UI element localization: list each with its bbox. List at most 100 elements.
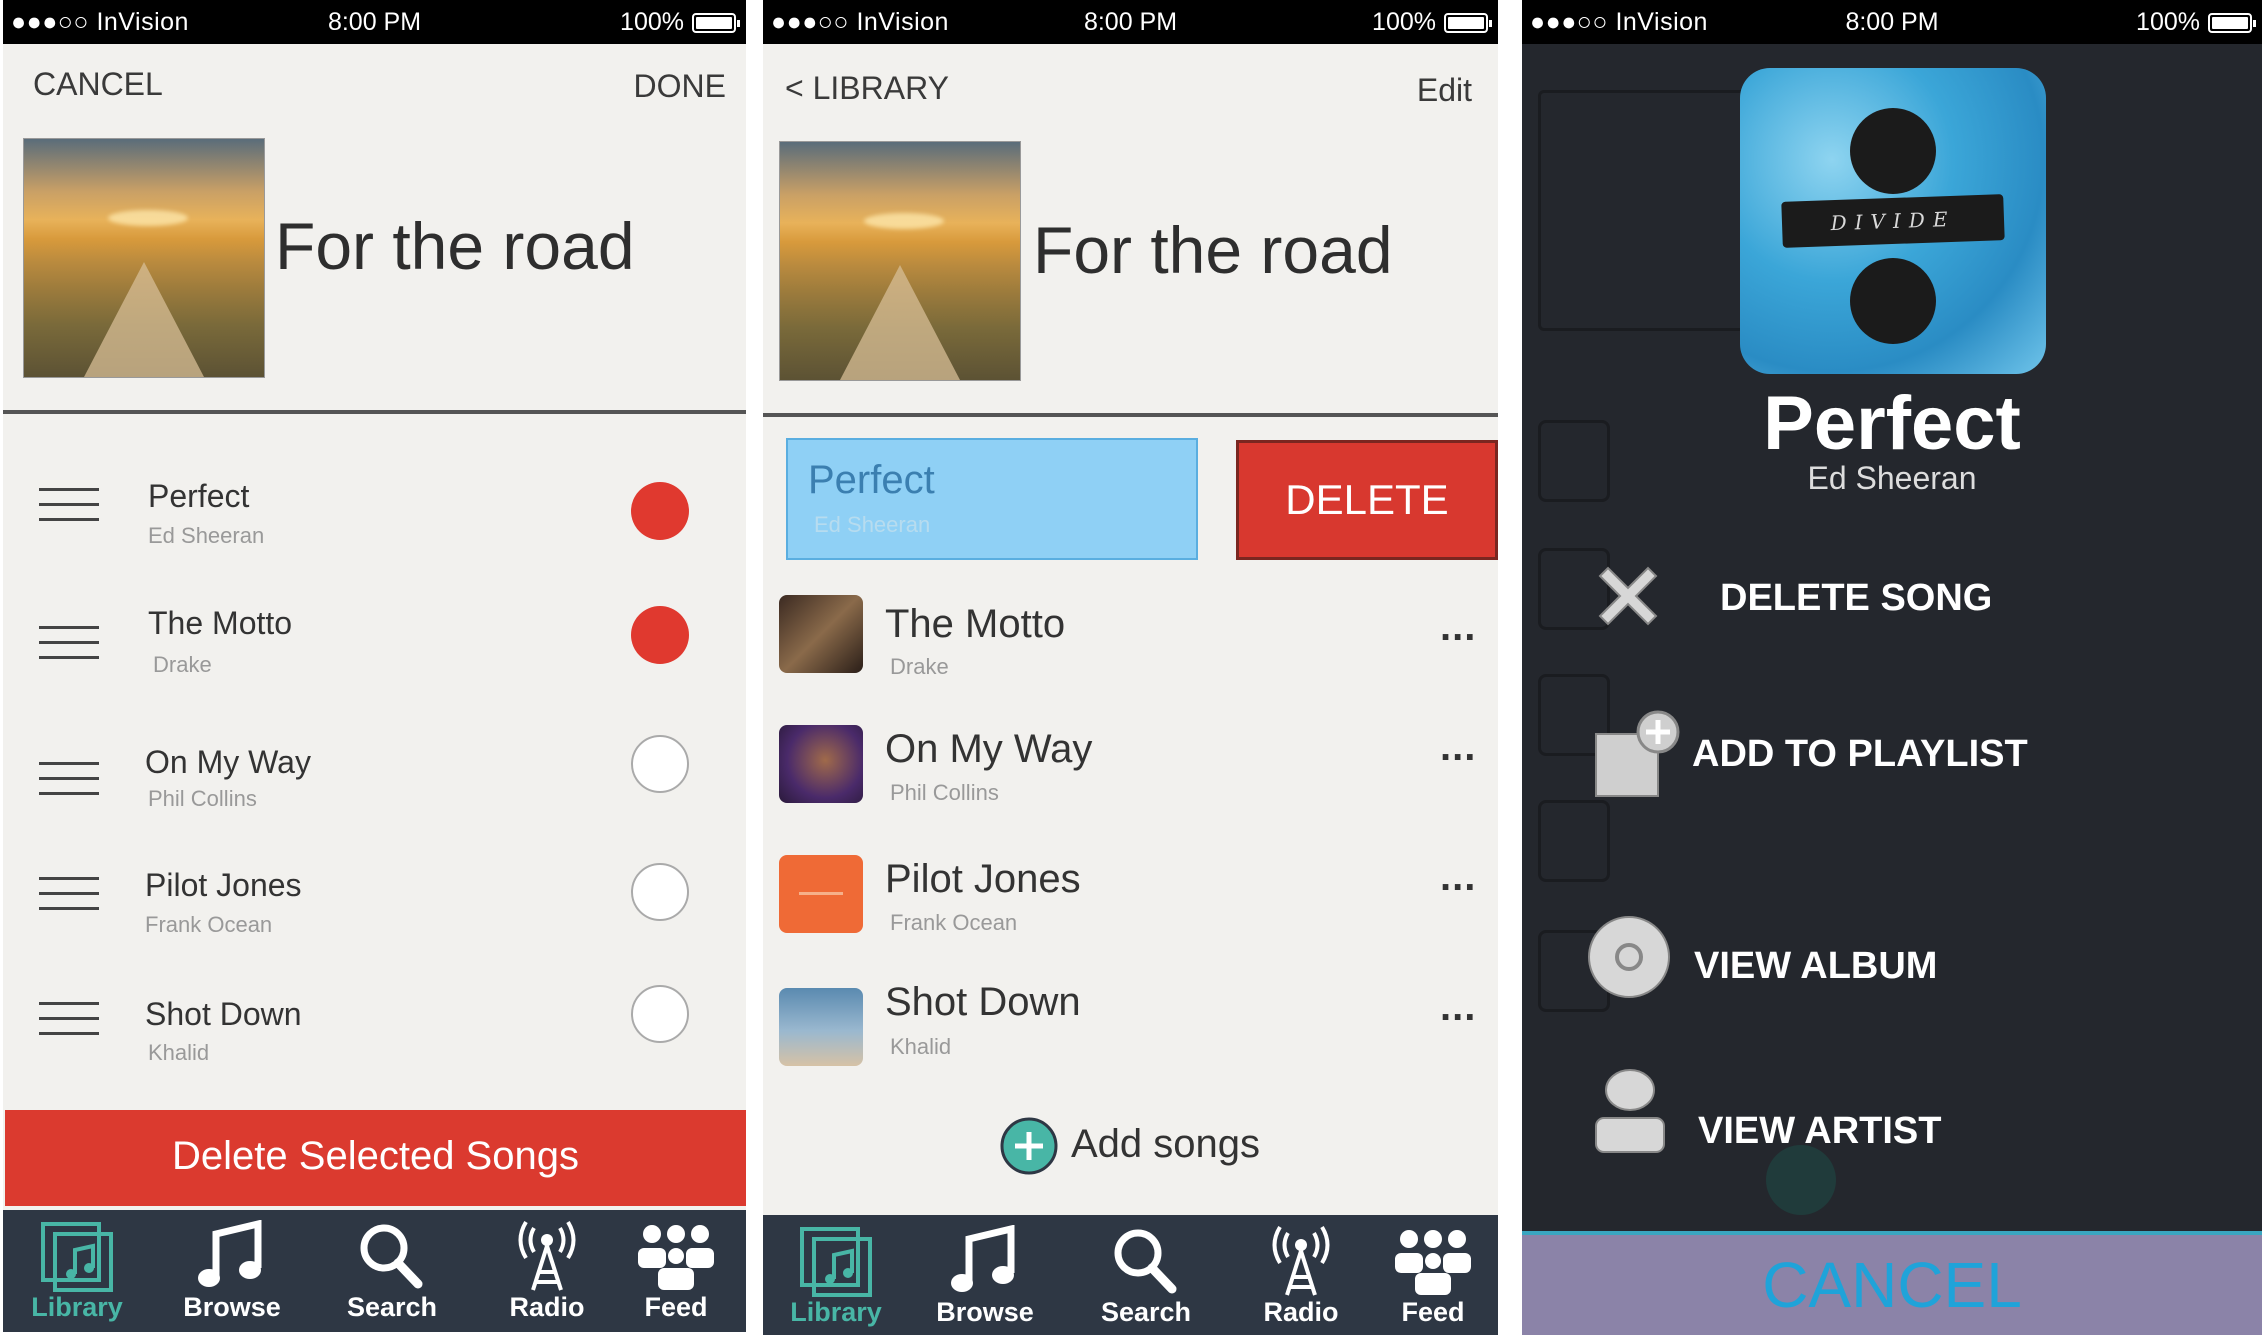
unselected-radio[interactable] (631, 985, 689, 1043)
people-icon (1395, 1230, 1471, 1295)
song-title: Perfect (1763, 381, 2021, 466)
song-title: Perfect (148, 478, 250, 514)
battery-icon (1444, 12, 1492, 33)
music-note-icon (951, 1225, 1015, 1292)
song-artist: Drake (153, 652, 212, 677)
song-artist: Phil Collins (890, 780, 999, 805)
song-artist: Drake (890, 654, 949, 679)
more-options-button[interactable]: ... (1440, 985, 1476, 1030)
view-album-label: VIEW ALBUM (1694, 945, 1938, 987)
song-artist: Khalid (890, 1034, 952, 1059)
status-bar: ●●●○○ InVision 8:00 PM 100% (1522, 0, 2262, 44)
unselected-radio[interactable] (631, 735, 689, 793)
song-artist: Phil Collins (148, 786, 257, 811)
tab-bar: Library Browse Search Radio Feed (763, 1215, 1498, 1335)
people-icon (638, 1225, 714, 1290)
drag-handle-icon[interactable] (39, 1002, 99, 1038)
selected-radio[interactable] (631, 606, 689, 664)
song-title: On My Way (885, 727, 1093, 771)
add-to-playlist-icon (1595, 710, 1680, 797)
album-disc-icon (1588, 916, 1670, 998)
library-icon (41, 1222, 113, 1292)
album-art (779, 855, 863, 933)
edit-playlist-screen: ●●●○○ InVision 8:00 PM 100% CANCEL DONE … (3, 0, 746, 1332)
tab-search-label: Search (1100, 1297, 1192, 1327)
drag-handle-icon[interactable] (39, 762, 99, 798)
drag-handle-icon[interactable] (39, 877, 99, 913)
back-to-library-button[interactable]: < LIBRARY (785, 70, 949, 107)
tab-radio-label: Radio (1263, 1297, 1339, 1327)
tab-radio-label: Radio (509, 1292, 585, 1322)
search-icon (360, 1224, 423, 1289)
battery-indicator: 100% (620, 8, 740, 37)
playlist-cover-image (779, 141, 1021, 381)
person-icon (1595, 1069, 1665, 1153)
song-artist: Ed Sheeran (148, 523, 265, 548)
background-thumb-ghost (1538, 800, 1610, 882)
battery-icon (2208, 12, 2256, 33)
status-bar: ●●●○○ InVision 8:00 PM 100% (3, 0, 746, 44)
song-title: The Motto (885, 602, 1066, 646)
header-divider (763, 413, 1498, 417)
playlist-detail-screen: ●●●○○ InVision 8:00 PM 100% < LIBRARY Ed… (763, 0, 1498, 1335)
search-icon (1114, 1229, 1177, 1294)
radio-tower-icon (1272, 1225, 1330, 1296)
tab-feed-label: Feed (1401, 1297, 1465, 1327)
cancel-button[interactable]: CANCEL (1522, 1231, 2262, 1335)
tab-bar: Library Browse Search Radio Feed (3, 1210, 746, 1332)
delete-button[interactable]: DELETE (1236, 440, 1498, 560)
battery-indicator: 100% (1372, 8, 1492, 37)
add-circle-icon (1000, 1117, 1058, 1175)
swiped-list-item[interactable]: Perfect Ed Sheeran (786, 438, 1198, 560)
tab-library-label: Library (790, 1297, 882, 1327)
song-title: Pilot Jones (885, 857, 1081, 901)
playlist-title: For the road (275, 209, 635, 283)
album-art (779, 595, 863, 673)
drag-handle-icon[interactable] (39, 488, 99, 524)
more-options-button[interactable]: ... (1440, 855, 1476, 900)
tab-feed-label: Feed (644, 1292, 708, 1322)
add-songs-label: Add songs (1071, 1122, 1261, 1166)
playlist-cover-image (23, 138, 265, 378)
battery-percent: 100% (1372, 8, 1436, 36)
playlist-title: For the road (1033, 213, 1393, 287)
delete-song-label: DELETE SONG (1720, 577, 1993, 619)
song-title: Pilot Jones (145, 867, 302, 903)
battery-percent: 100% (620, 8, 684, 36)
tab-search-label: Search (346, 1292, 438, 1322)
album-art (779, 725, 863, 803)
radio-tower-icon (518, 1220, 576, 1291)
song-artist: Khalid (148, 1040, 210, 1065)
add-to-playlist-label: ADD TO PLAYLIST (1692, 733, 2028, 775)
status-bar: ●●●○○ InVision 8:00 PM 100% (763, 0, 1498, 44)
background-add-ghost (1766, 1145, 1836, 1215)
edit-button[interactable]: Edit (1417, 72, 1472, 109)
tab-browse-label: Browse (183, 1292, 281, 1322)
album-art-text: DIVIDE (1781, 194, 2005, 248)
done-button[interactable]: DONE (634, 68, 726, 105)
header-divider (3, 410, 746, 414)
more-options-button[interactable]: ... (1440, 605, 1476, 650)
library-icon (800, 1227, 872, 1297)
song-title: Shot Down (885, 980, 1081, 1024)
tab-browse-label: Browse (936, 1297, 1034, 1327)
view-artist-label: VIEW ARTIST (1698, 1110, 1942, 1152)
drag-handle-icon[interactable] (39, 626, 99, 662)
cancel-button[interactable]: CANCEL (33, 66, 163, 103)
battery-indicator: 100% (2136, 8, 2256, 37)
music-note-icon (198, 1220, 262, 1287)
close-x-icon (1598, 566, 1658, 626)
more-options-button[interactable]: ... (1440, 725, 1476, 770)
unselected-radio[interactable] (631, 863, 689, 921)
album-art: DIVIDE (1740, 68, 2046, 374)
song-artist: Frank Ocean (890, 910, 1018, 935)
song-options-screen: ●●●○○ InVision 8:00 PM 100% DIVIDE Perfe… (1522, 0, 2262, 1335)
delete-selected-songs-button[interactable]: Delete Selected Songs (5, 1110, 746, 1206)
selected-radio[interactable] (631, 482, 689, 540)
song-title: Perfect (808, 458, 935, 502)
song-artist: Frank Ocean (145, 912, 273, 937)
song-artist: Ed Sheeran (1807, 460, 1977, 496)
song-title: On My Way (145, 744, 311, 780)
battery-icon (692, 12, 740, 33)
song-artist: Ed Sheeran (814, 512, 931, 537)
